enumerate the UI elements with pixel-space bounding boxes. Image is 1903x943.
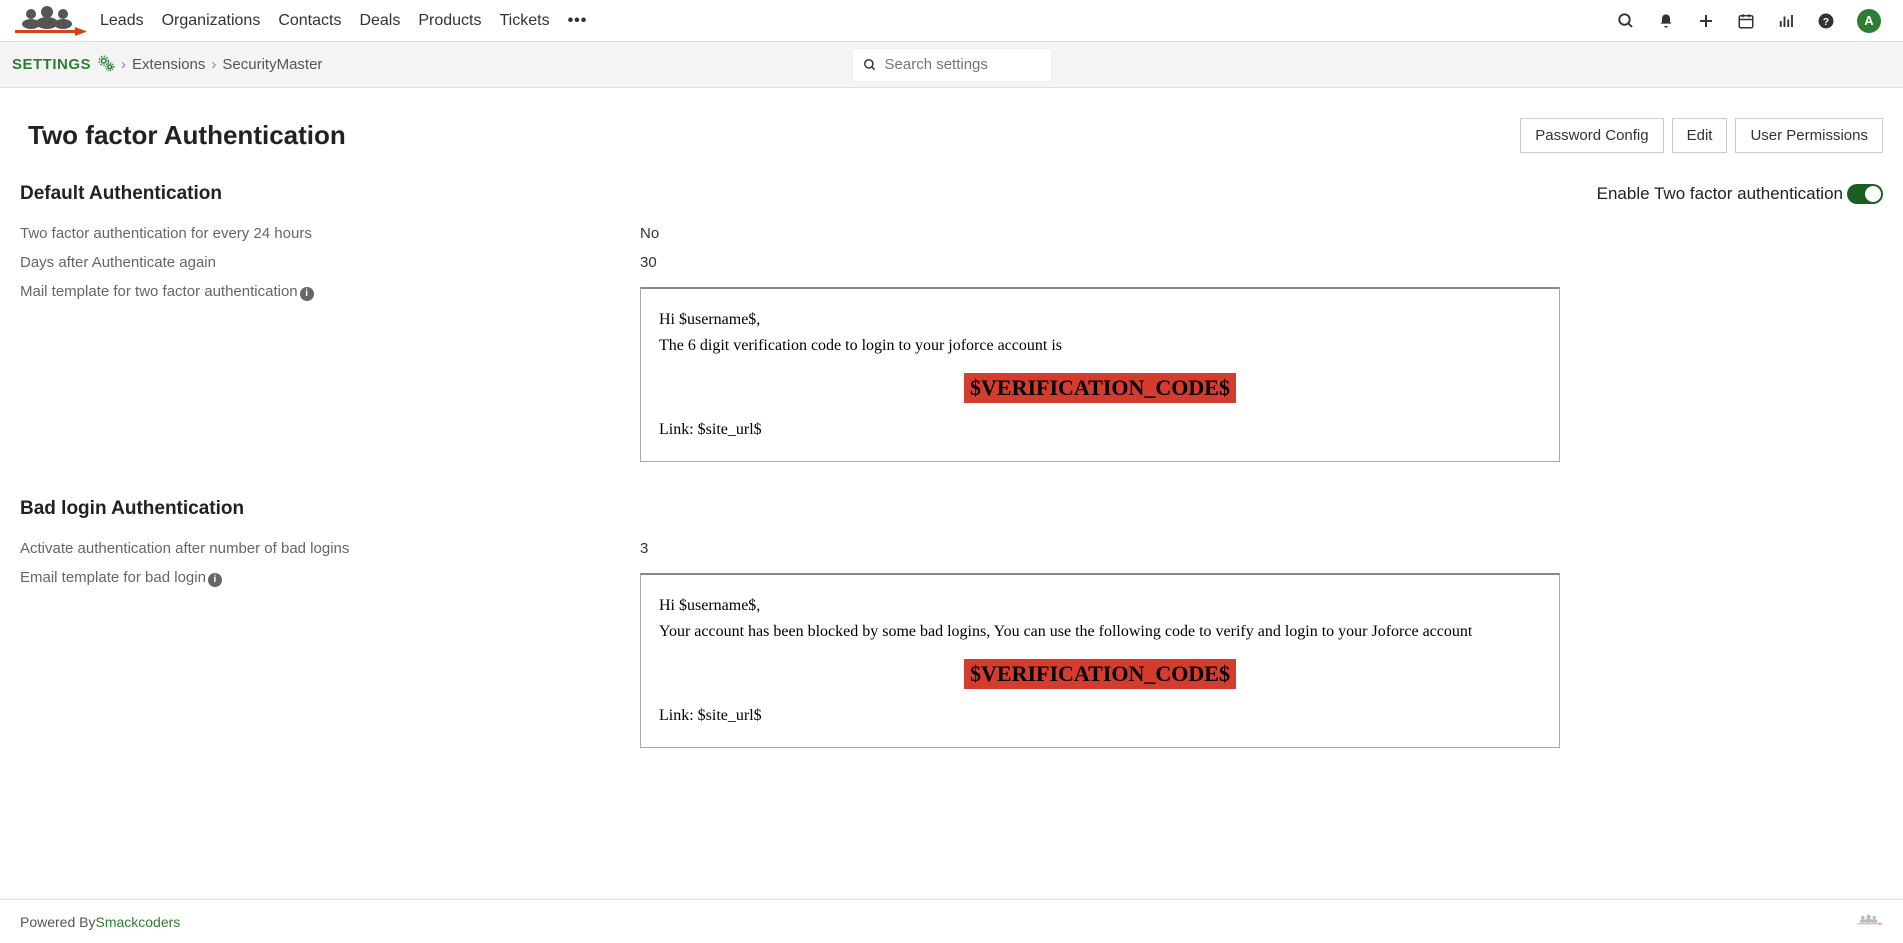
info-icon[interactable]: i <box>208 573 222 587</box>
field-mail-template: Mail template for two factor authenticat… <box>20 277 1883 468</box>
chart-icon[interactable] <box>1777 12 1795 30</box>
field-every-24h: Two factor authentication for every 24 h… <box>20 219 1883 248</box>
settings-search-input[interactable] <box>885 56 1041 73</box>
avatar[interactable]: A <box>1857 9 1881 33</box>
section-badlogin-head: Bad login Authentication <box>20 498 1883 520</box>
field-label: Two factor authentication for every 24 h… <box>20 225 640 242</box>
section-badlogin-title: Bad login Authentication <box>20 498 244 520</box>
calendar-icon[interactable] <box>1737 12 1755 30</box>
plus-icon[interactable] <box>1697 12 1715 30</box>
topbar: Leads Organizations Contacts Deals Produ… <box>0 0 1903 42</box>
mail-template-label-text: Mail template for two factor authenticat… <box>20 283 298 300</box>
breadcrumb: SETTINGS › Extensions › SecurityMaster <box>12 54 322 76</box>
breadcrumb-settings[interactable]: SETTINGS <box>12 56 91 73</box>
nav-organizations[interactable]: Organizations <box>162 12 261 30</box>
field-label: Email template for bad logini <box>20 569 640 587</box>
bell-icon[interactable] <box>1657 12 1675 30</box>
chevron-right-icon: › <box>211 56 216 73</box>
nav-deals[interactable]: Deals <box>359 12 400 30</box>
user-permissions-button[interactable]: User Permissions <box>1735 118 1883 153</box>
field-value: 30 <box>640 254 657 271</box>
footer-powered-by: Powered By <box>20 914 95 930</box>
edit-button[interactable]: Edit <box>1672 118 1728 153</box>
title-row: Two factor Authentication Password Confi… <box>28 118 1883 153</box>
footer: Powered By Smackcoders <box>0 899 1903 943</box>
badlogin-template-box: Hi $username$, Your account has been blo… <box>640 573 1560 748</box>
search-icon[interactable] <box>1617 12 1635 30</box>
template-greeting: Hi $username$, <box>659 311 1541 329</box>
section-default-head: Default Authentication Enable Two factor… <box>20 183 1883 205</box>
field-label: Mail template for two factor authenticat… <box>20 283 640 301</box>
info-icon[interactable]: i <box>300 287 314 301</box>
template-link: Link: $site_url$ <box>659 421 1541 439</box>
verification-code: $VERIFICATION_CODE$ <box>964 659 1236 689</box>
content: Two factor Authentication Password Confi… <box>0 88 1903 814</box>
action-buttons: Password Config Edit User Permissions <box>1520 118 1883 153</box>
field-value: No <box>640 225 659 242</box>
nav-tickets[interactable]: Tickets <box>500 12 550 30</box>
nav-products[interactable]: Products <box>418 12 481 30</box>
breadcrumb-current: SecurityMaster <box>222 56 322 73</box>
field-activate-after: Activate authentication after number of … <box>20 534 1883 563</box>
help-icon[interactable]: ? <box>1817 12 1835 30</box>
verification-code: $VERIFICATION_CODE$ <box>964 373 1236 403</box>
svg-text:?: ? <box>1823 15 1829 27</box>
template-greeting: Hi $username$, <box>659 597 1541 615</box>
page-title: Two factor Authentication <box>28 120 346 151</box>
verification-code-block: $VERIFICATION_CODE$ <box>659 659 1541 689</box>
main-nav: Leads Organizations Contacts Deals Produ… <box>100 12 587 30</box>
password-config-button[interactable]: Password Config <box>1520 118 1663 153</box>
footer-logo-icon <box>1855 910 1883 933</box>
field-label: Days after Authenticate again <box>20 254 640 271</box>
settings-search[interactable] <box>852 48 1052 82</box>
footer-vendor-link[interactable]: Smackcoders <box>95 914 180 930</box>
breadcrumb-extensions[interactable]: Extensions <box>132 56 205 73</box>
section-default-title: Default Authentication <box>20 183 222 205</box>
template-body: Your account has been blocked by some ba… <box>659 623 1541 641</box>
chevron-right-icon: › <box>121 56 126 73</box>
template-link: Link: $site_url$ <box>659 707 1541 725</box>
field-days-again: Days after Authenticate again 30 <box>20 248 1883 277</box>
verification-code-block: $VERIFICATION_CODE$ <box>659 373 1541 403</box>
toggle-label: Enable Two factor authentication <box>1597 184 1843 204</box>
nav-more[interactable]: ••• <box>568 12 588 30</box>
field-label: Activate authentication after number of … <box>20 540 640 557</box>
field-badlogin-template: Email template for bad logini Hi $userna… <box>20 563 1883 754</box>
two-factor-toggle[interactable] <box>1847 184 1883 204</box>
search-icon <box>863 57 877 73</box>
subbar: SETTINGS › Extensions › SecurityMaster <box>0 42 1903 88</box>
nav-leads[interactable]: Leads <box>100 12 144 30</box>
badlogin-template-label-text: Email template for bad login <box>20 569 206 586</box>
app-logo[interactable] <box>8 5 88 37</box>
template-body: The 6 digit verification code to login t… <box>659 337 1541 355</box>
field-value: 3 <box>640 540 648 557</box>
gear-icon[interactable] <box>97 54 115 76</box>
mail-template-box: Hi $username$, The 6 digit verification … <box>640 287 1560 462</box>
nav-contacts[interactable]: Contacts <box>278 12 341 30</box>
topbar-right: ? A <box>1617 9 1895 33</box>
